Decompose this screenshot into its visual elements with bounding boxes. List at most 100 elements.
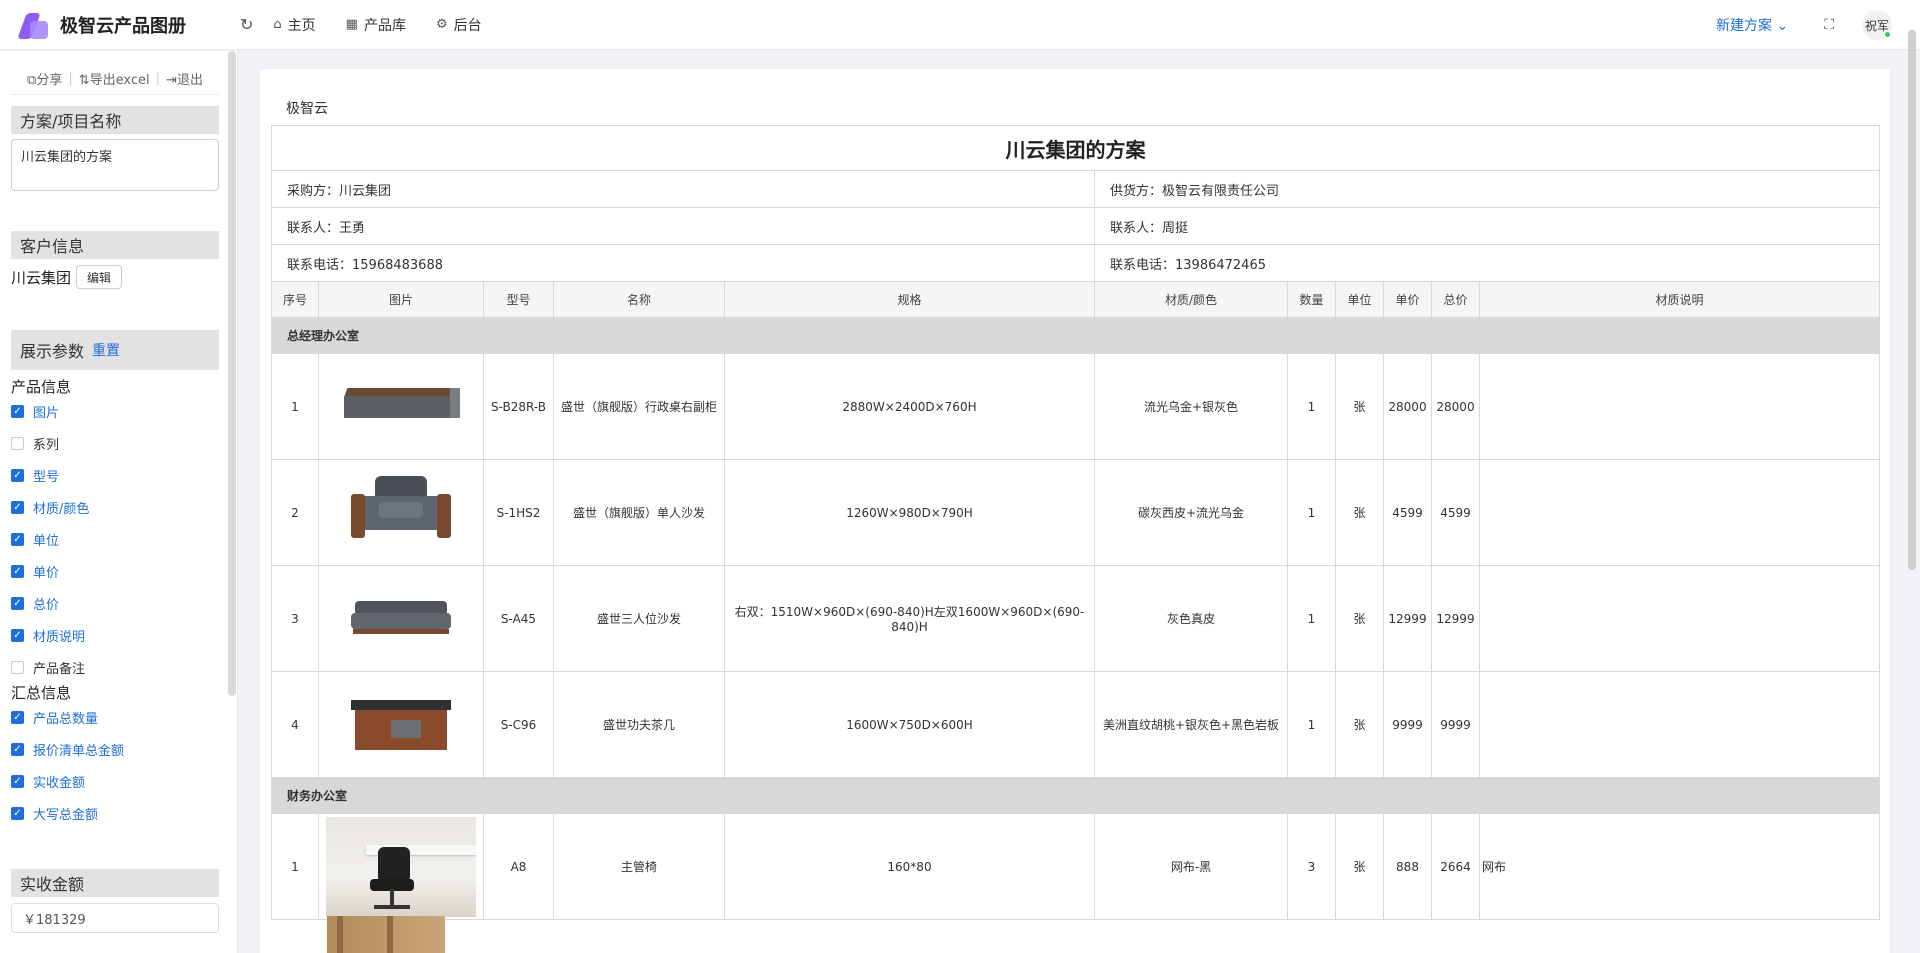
table-row[interactable]: 1 S-B28R-B 盛世（旗舰版）行政桌右副柜 2880W×2400D×760H 流光… [271,353,1881,460]
col-header: 材质/颜色 [1094,281,1288,318]
customer-section-header: 客户信息 [11,231,219,259]
product-model: A8 [483,813,554,920]
top-right-tools: 新建方案 ⌄ ⛶ 祝军 [1716,0,1920,50]
summary-info-title: 汇总信息 [11,684,72,702]
product-param-checkbox[interactable]: ✓ 单价 [11,562,59,581]
export-label: 导出excel [89,73,150,88]
grid-icon: ▦ [345,17,358,32]
group-name: 财务办公室 [270,777,1881,814]
nav-product-library[interactable]: ▦ 产品库 [346,15,406,35]
display-params-section-header: 展示参数 重置 [11,330,219,370]
summary-param-checkbox-label: 报价清单总金额 [33,744,125,759]
share-button[interactable]: ⧉分享 [27,69,62,88]
product-unit: 张 [1335,459,1384,566]
product-param-checkbox-label: 材质/颜色 [33,502,90,517]
col-header: 规格 [724,281,1095,318]
table-row[interactable]: 1 A8 主管椅 160*80 网布-黑 3 张 888 2664 网布 [271,813,1881,920]
fullscreen-icon[interactable]: ⛶ [1824,17,1834,33]
col-header: 总价 [1431,281,1480,318]
export-excel-button[interactable]: ⇅导出excel [79,69,150,88]
col-header: 型号 [483,281,554,318]
checkmark-icon: ✓ [11,469,24,482]
brand-logo-icon [17,9,50,41]
product-image-cell [318,671,484,778]
product-spec: 1260W×980D×790H [724,459,1095,566]
product-param-checkbox-label: 单价 [33,566,60,581]
supplier-info: 供货方：极智云有限责任公司 [1093,170,1881,208]
product-param-checkbox-label: 材质说明 [33,630,86,645]
new-plan-dropdown[interactable]: 新建方案 ⌄ [1716,15,1788,35]
product-param-checkbox[interactable]: ✓ 材质/颜色 [11,498,89,517]
col-header: 图片 [318,281,484,318]
col-header: 名称 [553,281,725,318]
summary-param-checkbox[interactable]: ✓ 产品总数量 [11,708,98,727]
product-total: 9999 [1431,671,1480,778]
amount-section-title: 实收金额 [20,875,85,894]
avatar[interactable]: 祝军 [1862,10,1892,40]
nav-product-library-label: 产品库 [363,17,406,34]
material-note [1478,459,1881,566]
product-param-checkbox-label: 型号 [33,470,60,485]
party-row: 采购方：川云集团 供货方：极智云有限责任公司 [271,170,1881,208]
row-number: 2 [271,459,319,566]
nav-admin-label: 后台 [453,17,482,34]
table-header-row: 序号 图片 型号 名称 规格 材质/颜色 数量 单位 单价 总价 材质说明 [271,281,1881,318]
table-row[interactable]: 2 S-1HS2 盛世（旗舰版）单人沙发 1260W×980D×790H 碳灰西皮+流光… [271,459,1881,566]
sidebar-scrollbar[interactable] [228,51,236,696]
nav-admin[interactable]: ⚙ 后台 [436,15,482,35]
product-material: 流光乌金+银灰色 [1094,353,1288,460]
group-row: 总经理办公室 [270,317,1881,354]
received-amount-input[interactable]: ￥181329 [11,903,219,933]
product-total: 28000 [1431,353,1480,460]
col-header: 单位 [1335,281,1384,318]
product-param-checkbox-label: 单位 [33,534,60,549]
checkmark-icon: ✓ [11,597,24,610]
product-param-checkbox[interactable]: ✓ 总价 [11,594,59,613]
table-row[interactable]: 3 S-A45 盛世三人位沙发 右双：1510W×960D×(690-840)H左双1… [271,565,1881,672]
product-name: 盛世（旗舰版）行政桌右副柜 [553,353,725,460]
summary-param-checkbox[interactable]: ✓ 报价清单总金额 [11,740,124,759]
product-name: 盛世功夫茶几 [553,671,725,778]
product-param-checkbox[interactable]: 产品备注 [11,658,85,677]
row-number: 3 [271,565,319,672]
sofa-image [319,566,483,671]
logout-button[interactable]: ⇥退出 [166,69,203,88]
main-scrollbar[interactable] [1908,30,1916,570]
nav-home[interactable]: ⌂ 主页 [273,15,315,35]
checkmark-icon: ✓ [11,501,24,514]
plan-name-section-header: 方案/项目名称 [11,106,219,134]
gear-icon: ⚙ [435,17,448,32]
table-row[interactable]: 4 S-C96 盛世功夫茶几 1600W×750D×600H 美洲直纹胡桃+银灰色+黑色… [271,671,1881,778]
customer-name: 川云集团 [11,268,72,287]
product-param-checkbox[interactable]: ✓ 单位 [11,530,59,549]
checkmark-icon: ✓ [11,629,24,642]
product-image-cell [318,459,484,566]
online-status-icon [1884,31,1891,38]
summary-param-checkbox[interactable]: ✓ 大写总金额 [11,804,98,823]
customer-row: 川云集团 编辑 [11,265,123,289]
customer-section-title: 客户信息 [20,237,85,256]
amount-section-header: 实收金额 [11,869,219,897]
product-qty: 1 [1287,353,1336,460]
doc-title-row: 川云集团的方案 [270,125,1881,171]
product-param-checkbox-label: 图片 [33,406,60,421]
summary-param-checkbox-label: 大写总金额 [33,808,99,823]
plan-name-input[interactable]: 川云集团的方案 [11,139,219,191]
product-image-cell [318,353,484,460]
product-param-checkbox[interactable]: ✓ 材质说明 [11,626,85,645]
summary-param-checkbox[interactable]: ✓ 实收金额 [11,772,85,791]
refresh-icon[interactable]: ↻ [240,15,253,34]
checkbox-empty-icon [11,437,24,450]
share-icon: ⧉ [27,73,37,88]
product-qty: 1 [1287,671,1336,778]
checkmark-icon: ✓ [11,405,24,418]
share-label: 分享 [36,73,63,88]
brand[interactable]: 极智云产品图册 [0,9,230,41]
summary-param-checkbox-label: 产品总数量 [33,712,99,727]
product-param-checkbox[interactable]: 系列 [11,434,59,453]
reset-link[interactable]: 重置 [92,340,120,360]
product-param-checkbox[interactable]: ✓ 型号 [11,466,59,485]
edit-customer-button[interactable]: 编辑 [76,265,123,289]
product-param-checkbox[interactable]: ✓ 图片 [11,402,59,421]
product-name: 盛世三人位沙发 [553,565,725,672]
